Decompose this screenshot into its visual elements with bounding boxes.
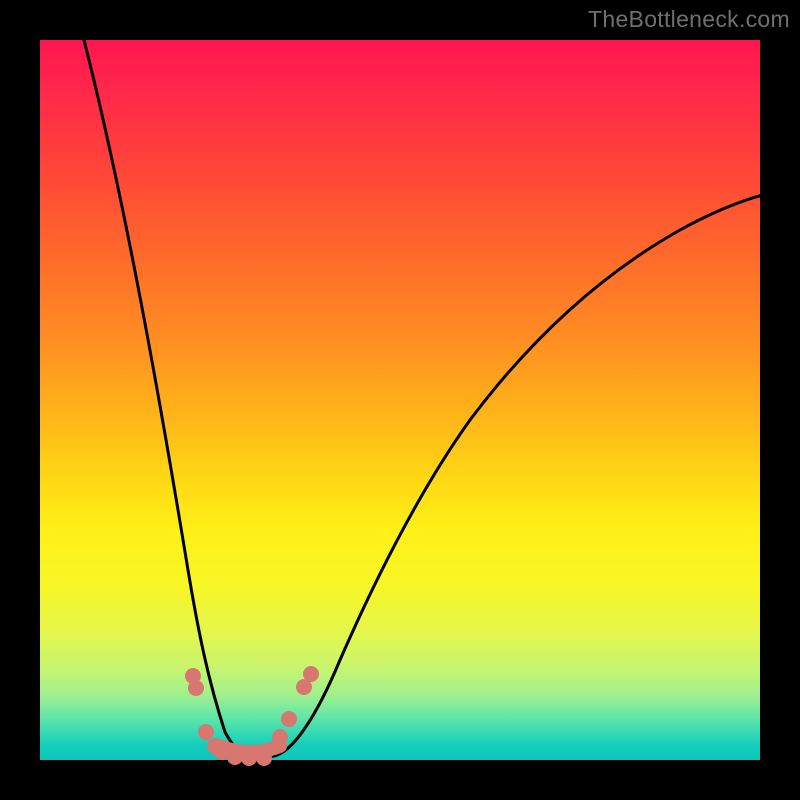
marker-dot <box>188 680 204 696</box>
marker-dot <box>272 729 288 745</box>
marker-dot <box>256 750 272 766</box>
curve-layer <box>40 40 760 760</box>
chart-frame: TheBottleneck.com <box>0 0 800 800</box>
curve-right-branch <box>274 193 770 756</box>
marker-dot <box>281 711 297 727</box>
marker-dot <box>198 724 214 740</box>
plot-area <box>40 40 760 760</box>
marker-dot <box>227 749 243 765</box>
marker-dot <box>303 666 319 682</box>
curve-left-branch <box>82 32 247 756</box>
marker-dot <box>241 750 257 766</box>
watermark-text: TheBottleneck.com <box>588 6 790 33</box>
